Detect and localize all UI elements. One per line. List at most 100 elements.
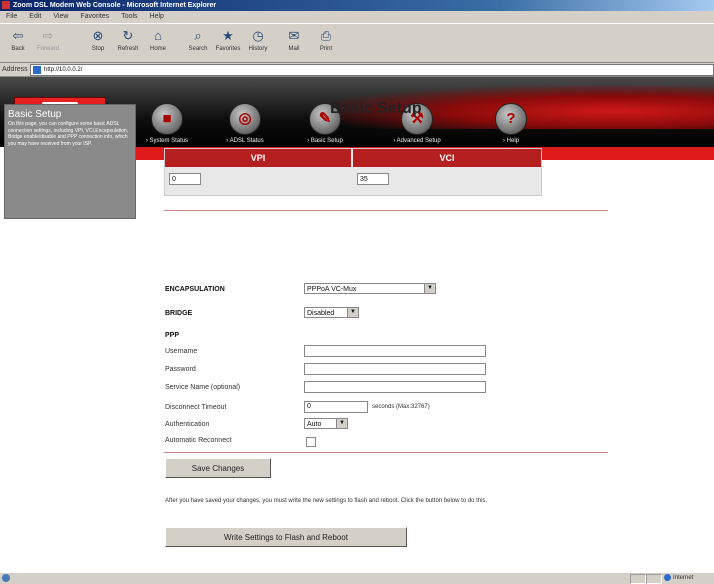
chevron-down-icon: ▼ [336, 419, 347, 428]
menu-edit[interactable]: Edit [23, 11, 47, 23]
favorites-button[interactable]: ★ Favorites [214, 24, 242, 62]
window-title: Zoom DSL Modem Web Console - Microsoft I… [13, 2, 217, 9]
address-bar: Address http://10.0.0.2/ [0, 63, 714, 77]
menu-favorites[interactable]: Favorites [74, 11, 115, 23]
menu-bar: File Edit View Favorites Tools Help [0, 11, 714, 24]
mail-icon: ✉ [288, 28, 300, 43]
home-label: Home [149, 46, 166, 52]
security-zone-label: Internet [673, 575, 694, 582]
history-button[interactable]: ◷ History [244, 24, 272, 62]
bridge-select[interactable]: Disabled ▼ [304, 307, 359, 318]
disconnect-timeout-hint: seconds (Max:32767) [372, 404, 430, 410]
nav-system-status-label: › System Status [145, 138, 189, 144]
nav-system-status[interactable]: ■ › System Status [132, 103, 202, 144]
refresh-button[interactable]: ↻ Refresh [114, 24, 142, 62]
nav-basic-setup-label: › Basic Setup [307, 138, 343, 144]
bridge-label: BRIDGE [165, 310, 193, 317]
back-button[interactable]: ⇦ Back [4, 24, 32, 62]
forward-arrow-icon: ⇨ [42, 28, 54, 43]
vci-header: VCI [353, 149, 541, 167]
nav-adsl-status[interactable]: ◎ › ADSL Status [210, 103, 280, 144]
back-arrow-icon: ⇦ [12, 28, 24, 43]
disconnect-timeout-field[interactable]: 0 [304, 401, 368, 413]
vpi-vci-table: VPI VCI 0 35 [164, 148, 542, 196]
save-changes-button[interactable]: Save Changes [165, 458, 271, 478]
disconnect-timeout-label: Disconnect Timeout [165, 404, 227, 411]
internet-zone-icon [664, 574, 671, 581]
print-label: Print [319, 46, 333, 52]
encapsulation-select[interactable]: PPPoA VC-Mux ▼ [304, 283, 436, 294]
menu-help[interactable]: Help [144, 11, 170, 23]
stop-button[interactable]: ⊗ Stop [84, 24, 112, 62]
username-field[interactable] [304, 345, 486, 357]
chevron-down-icon: ▼ [424, 284, 435, 293]
address-label: Address [2, 66, 28, 73]
sidebar-description: On this page, you can configure some bas… [8, 121, 129, 147]
vci-input[interactable]: 35 [357, 173, 389, 185]
ppp-label: PPP [165, 332, 180, 339]
encapsulation-value: PPPoA VC-Mux [307, 286, 357, 293]
refresh-icon: ↻ [122, 28, 134, 43]
authentication-select[interactable]: Auto ▼ [304, 418, 348, 429]
nav-help-label: › Help [502, 138, 519, 144]
chevron-down-icon: ▼ [347, 308, 358, 317]
encapsulation-label: ENCAPSULATION [165, 286, 225, 293]
write-settings-note: After you have saved your changes, you m… [165, 498, 488, 504]
home-icon: ⌂ [154, 28, 162, 43]
service-name-field[interactable] [304, 381, 486, 393]
automatic-reconnect-label: Automatic Reconnect [165, 437, 232, 444]
browser-toolbar: ⇦ Back ⇨ Forward ⊗ Stop ↻ Refresh ⌂ Home ⌕ Sea… [0, 24, 714, 63]
bridge-value: Disabled [307, 310, 335, 317]
status-bar: Internet [0, 572, 714, 584]
search-label: Search [188, 46, 208, 52]
password-label: Password [165, 366, 196, 373]
username-label: Username [165, 348, 198, 355]
page-status-icon [2, 574, 10, 582]
stop-icon: ⊗ [92, 28, 104, 43]
mail-label: Mail [288, 46, 300, 52]
menu-view[interactable]: View [47, 11, 74, 23]
forward-label: Forward [36, 46, 59, 52]
search-icon: ⌕ [194, 28, 202, 43]
address-url: http://10.0.0.2/ [44, 67, 83, 73]
menu-file[interactable]: File [0, 11, 23, 23]
authentication-label: Authentication [165, 421, 210, 428]
automatic-reconnect-checkbox[interactable] [306, 437, 316, 447]
mail-button[interactable]: ✉ Mail [280, 24, 308, 62]
search-button[interactable]: ⌕ Search [184, 24, 212, 62]
refresh-label: Refresh [117, 46, 139, 52]
service-name-label: Service Name (optional) [165, 384, 241, 391]
authentication-value: Auto [307, 421, 322, 428]
print-icon: ⎙ [320, 28, 332, 43]
window-title-bar: Zoom DSL Modem Web Console - Microsoft I… [0, 0, 714, 11]
forward-button[interactable]: ⇨ Forward [34, 24, 62, 62]
history-icon: ◷ [252, 28, 264, 43]
nav-help[interactable]: ? › Help [476, 103, 546, 144]
back-label: Back [11, 46, 25, 52]
write-settings-reboot-button[interactable]: Write Settings to Flash and Reboot [165, 527, 407, 547]
nav-adsl-status-label: › ADSL Status [226, 138, 264, 144]
page-title: Basic Setup [330, 100, 422, 117]
sidebar-info-panel: Basic Setup On this page, you can config… [4, 104, 136, 219]
favorites-label: Favorites [215, 46, 241, 52]
stop-label: Stop [91, 46, 105, 52]
system-status-icon: ■ [151, 103, 183, 135]
password-field[interactable] [304, 363, 486, 375]
adsl-status-icon: ◎ [229, 103, 261, 135]
home-button[interactable]: ⌂ Home [144, 24, 172, 62]
nav-advanced-setup-label: › Advanced Setup [393, 138, 441, 144]
title-divider [164, 210, 608, 211]
security-zone: Internet [664, 574, 693, 581]
print-button[interactable]: ⎙ Print [312, 24, 340, 62]
sidebar-title: Basic Setup [8, 109, 62, 120]
vpi-header: VPI [165, 149, 351, 167]
favorites-icon: ★ [222, 28, 234, 43]
help-icon: ? [495, 103, 527, 135]
address-input[interactable]: http://10.0.0.2/ [30, 64, 714, 76]
vpi-input[interactable]: 0 [169, 173, 201, 185]
menu-tools[interactable]: Tools [115, 11, 143, 23]
form-divider [164, 452, 608, 453]
history-label: History [248, 46, 268, 52]
page-icon [33, 66, 41, 74]
ie-app-icon [2, 1, 10, 9]
